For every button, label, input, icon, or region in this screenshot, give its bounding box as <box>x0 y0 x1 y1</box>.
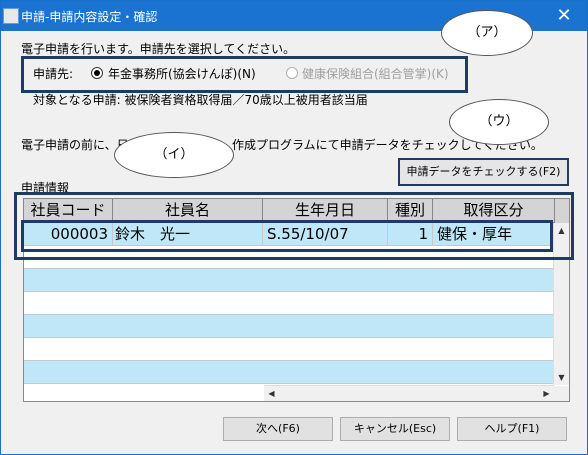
table-row-empty <box>24 338 554 361</box>
callout-i: （イ） <box>114 132 234 178</box>
table-row-empty <box>24 269 554 292</box>
scroll-right-icon[interactable]: ▶ <box>539 386 554 401</box>
callout-a: （ア） <box>441 10 533 56</box>
scroll-down-icon[interactable]: ▼ <box>554 370 569 385</box>
cancel-button[interactable]: キャンセル(Esc) <box>340 417 450 441</box>
table-row-empty <box>24 361 554 384</box>
radio-nenkin[interactable] <box>91 67 103 79</box>
horizontal-scrollbar[interactable]: ◀ ▶ <box>264 385 554 401</box>
scroll-corner <box>554 386 569 401</box>
check-data-button[interactable]: 申請データをチェックする(F2) <box>398 158 569 186</box>
destination-label: 申請先: <box>33 67 74 81</box>
scroll-left-icon[interactable]: ◀ <box>264 386 279 401</box>
close-button[interactable]: ✕ <box>541 1 587 31</box>
table-row-empty <box>24 292 554 315</box>
help-button[interactable]: ヘルプ(F1) <box>457 417 567 441</box>
target-text: 対象となる申請: 被保険者資格取得届／70歳以上被用者該当届 <box>33 93 368 107</box>
window-title: 申請-申請内容設定・確認 <box>21 10 158 24</box>
radio-kenpo-label[interactable]: 健康保険組合(組合管掌)(K) <box>302 65 449 82</box>
row-highlight-frame <box>21 220 553 252</box>
next-button[interactable]: 次へ(F6) <box>223 417 333 441</box>
callout-u: （ウ） <box>449 99 549 145</box>
app-icon <box>3 8 19 24</box>
radio-kenpo[interactable] <box>286 67 298 79</box>
radio-nenkin-label[interactable]: 年金事務所(協会けんぽ)(N) <box>108 65 256 82</box>
intro-text: 電子申請を行います。申請先を選択してください。 <box>21 42 296 56</box>
table-row-empty <box>24 315 554 338</box>
dialog-window: 申請-申請内容設定・確認 ✕ 電子申請を行います。申請先を選択してください。 申… <box>0 0 588 455</box>
